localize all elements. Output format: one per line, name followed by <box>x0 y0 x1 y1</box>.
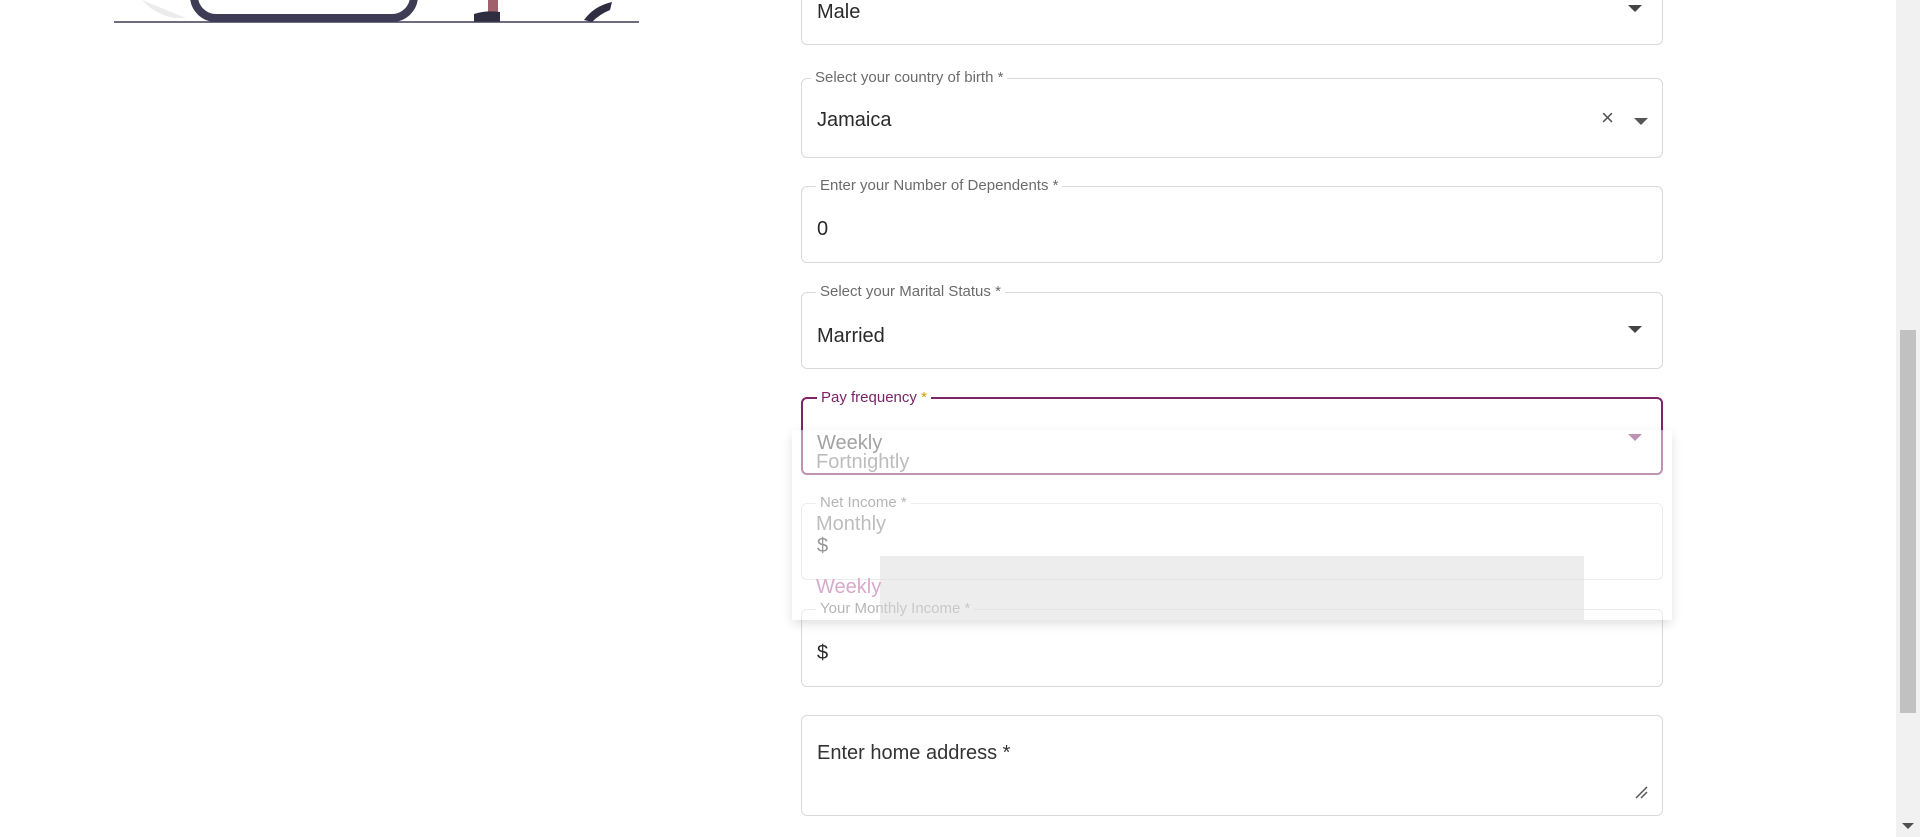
pay-frequency-label-text: Pay frequency <box>821 389 917 406</box>
gender-select[interactable]: Male <box>801 0 1663 45</box>
caret-down-icon[interactable] <box>1628 326 1642 333</box>
pay-frequency-label: Pay frequency * <box>817 389 931 407</box>
caret-down-icon <box>1628 5 1642 12</box>
marital-status-select[interactable]: Select your Marital Status * Married <box>801 283 1663 369</box>
resize-handle-icon[interactable] <box>1634 785 1648 799</box>
page-scrollbar[interactable] <box>1896 0 1920 837</box>
dependents-label: Enter your Number of Dependents * <box>816 177 1063 195</box>
clear-icon[interactable]: × <box>1601 107 1614 129</box>
country-of-birth-value: Jamaica <box>817 109 892 131</box>
monthly-income-field[interactable]: Your Monthly Income * $ <box>801 600 1663 687</box>
menu-option-monthly[interactable]: Monthly <box>816 513 886 536</box>
illustration <box>114 0 639 23</box>
pay-frequency-menu: Fortnightly Monthly Weekly <box>792 430 1672 620</box>
option-hover-highlight <box>880 556 1584 620</box>
country-of-birth-select[interactable]: Select your country of birth * Jamaica × <box>801 69 1663 158</box>
caret-down-icon[interactable] <box>1634 118 1648 125</box>
country-of-birth-label: Select your country of birth * <box>811 69 1008 87</box>
scrollbar-thumb[interactable] <box>1900 330 1916 713</box>
gender-value: Male <box>817 1 861 23</box>
menu-option-fortnightly[interactable]: Fortnightly <box>816 451 909 474</box>
dependents-field[interactable]: Enter your Number of Dependents * 0 <box>801 177 1663 263</box>
dependents-value[interactable]: 0 <box>817 218 828 241</box>
menu-option-weekly[interactable]: Weekly <box>816 576 881 599</box>
marital-status-label: Select your Marital Status * <box>816 283 1005 301</box>
marital-status-value: Married <box>817 325 885 347</box>
monthly-income-prefix: $ <box>817 642 829 664</box>
home-address-textarea[interactable]: Enter home address * <box>801 715 1663 816</box>
required-asterisk: * <box>921 389 927 406</box>
home-address-placeholder: Enter home address * <box>817 742 1011 764</box>
scroll-down-arrow-icon[interactable] <box>1902 823 1914 829</box>
